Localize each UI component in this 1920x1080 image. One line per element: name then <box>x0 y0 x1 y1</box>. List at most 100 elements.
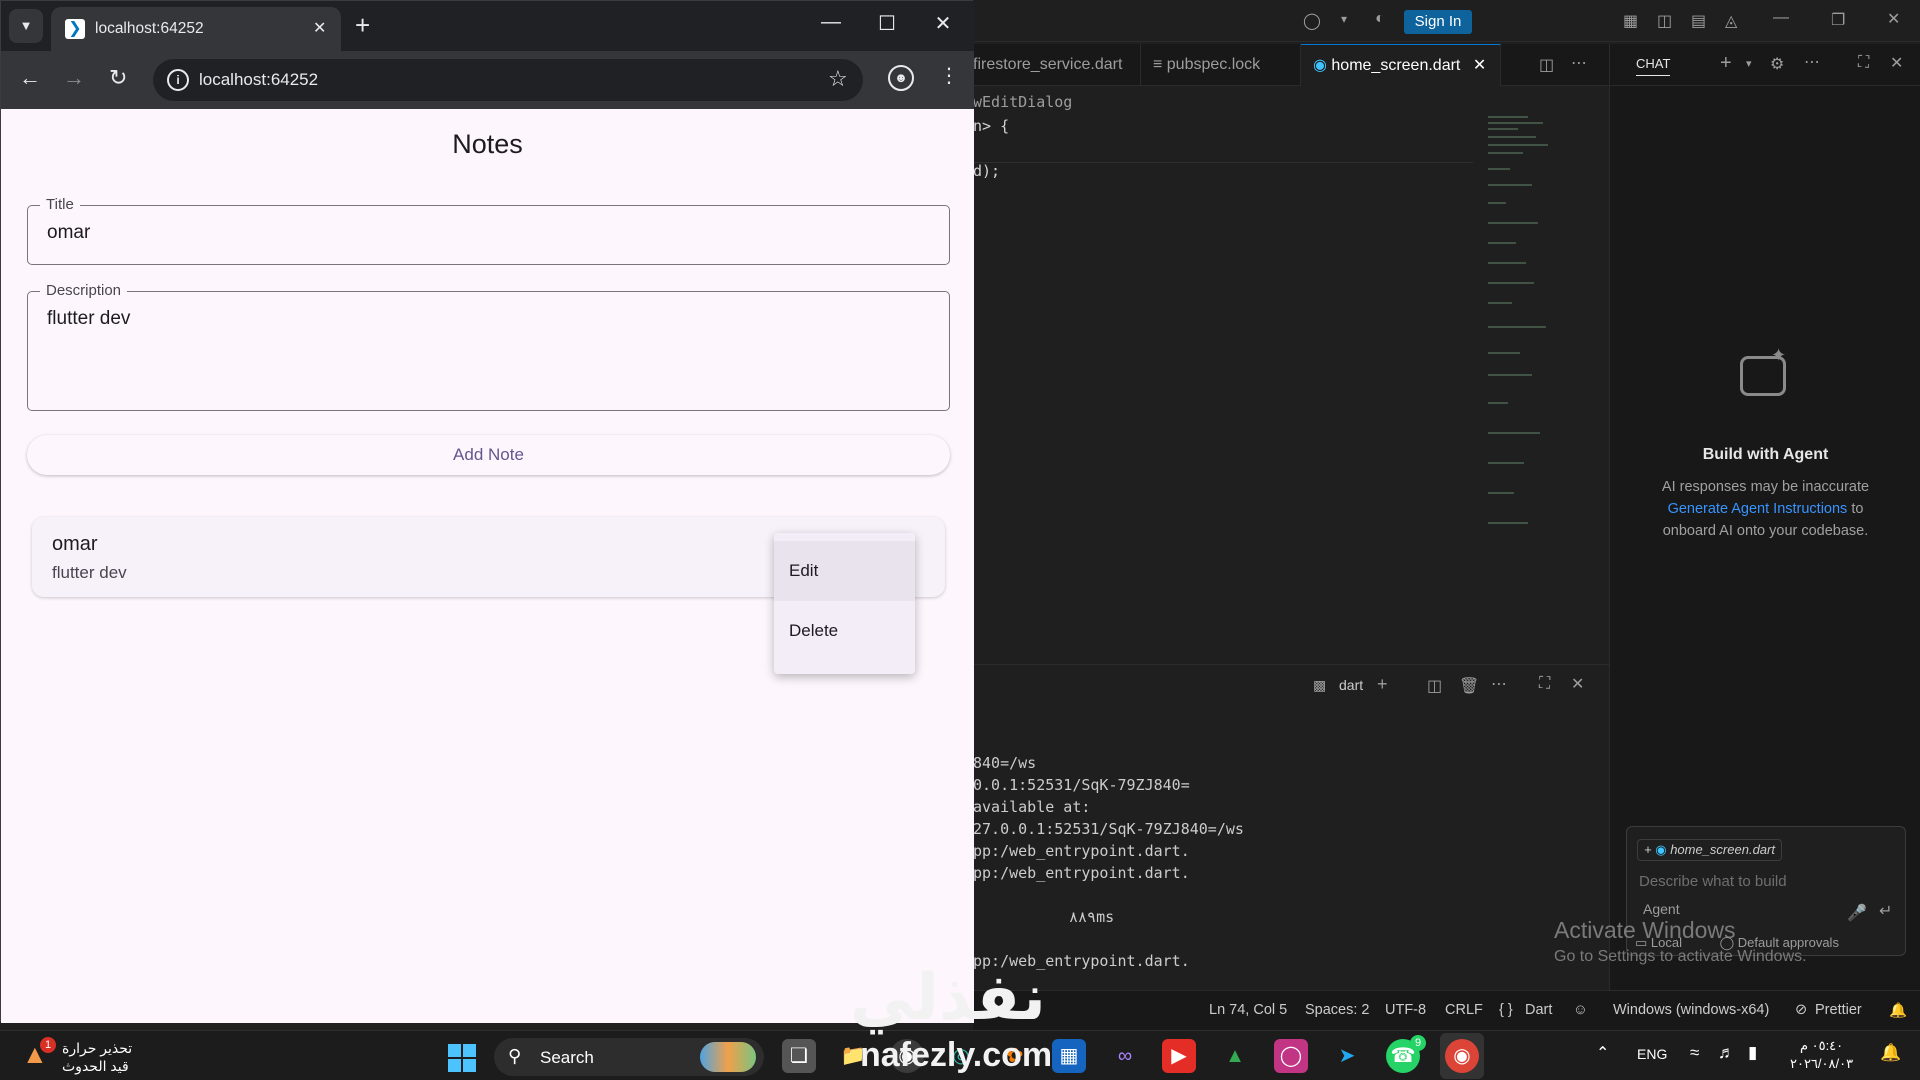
tab-firestore-service[interactable]: firestore_service.dart <box>961 44 1141 86</box>
clock[interactable]: ٠٥:٤٠ م ٢٠٢٦/٠٨/٠٣ <box>1790 1037 1853 1073</box>
more-icon[interactable]: ⋯ <box>1571 53 1587 73</box>
maximize-panel-icon[interactable]: ⛶ <box>1539 675 1550 693</box>
tab-label: home_screen.dart <box>1331 57 1461 74</box>
agent-mode-picker[interactable]: Agent <box>1643 901 1680 917</box>
more-icon[interactable]: ⋯ <box>1804 52 1820 72</box>
weather-text: تحذير حرارة قيد الحدوث <box>62 1039 132 1075</box>
indentation[interactable]: Spaces: 2 <box>1305 1002 1370 1018</box>
title-field-value[interactable]: omar <box>47 222 90 244</box>
send-icon[interactable]: ↵ <box>1879 901 1892 921</box>
close-icon[interactable]: ✕ <box>1473 57 1486 74</box>
more-icon[interactable]: ⋯ <box>1491 674 1507 694</box>
trash-icon[interactable]: 🗑 <box>1459 676 1479 696</box>
bell-icon[interactable]: 🔔 <box>1889 1002 1907 1019</box>
taskbar-search[interactable]: ⚲ Search <box>494 1038 764 1076</box>
accounts-icon[interactable]: ◐ <box>1375 10 1385 28</box>
tab-label: pubspec.lock <box>1166 56 1261 73</box>
back-icon[interactable]: ← <box>19 65 41 91</box>
terminal[interactable]: 840=/ws 0.0.1:52531/SqK-79ZJ840= availab… <box>973 706 1609 990</box>
visual-studio-icon[interactable]: ∞ <box>1108 1039 1142 1073</box>
menu-kebab-icon[interactable]: ⋮ <box>939 63 959 88</box>
bookmark-star-icon[interactable]: ☆ <box>828 66 848 92</box>
widgets-icon[interactable]: ▦ <box>1052 1039 1086 1073</box>
gear-icon[interactable]: ⚙ <box>1770 54 1784 74</box>
close-icon[interactable]: ✕ <box>1887 9 1900 29</box>
chat-tabbar: CHAT + ▾ ⚙ ⋯ ⛶ ✕ <box>1610 44 1920 86</box>
chrome-active-icon[interactable]: ◉ <box>1445 1039 1479 1073</box>
restore-icon[interactable]: ❐ <box>1831 10 1845 30</box>
reload-icon[interactable]: ↻ <box>109 65 127 91</box>
profile-icon[interactable]: ☻ <box>888 65 914 91</box>
description-field[interactable]: Description flutter dev <box>27 282 950 411</box>
title-field[interactable]: Title omar <box>27 196 950 265</box>
chat-icon[interactable]: ◯ <box>1303 11 1321 31</box>
chevron-down-icon[interactable]: ▾ <box>1341 12 1347 26</box>
menu-item-delete[interactable]: Delete <box>774 601 915 661</box>
chat-input-placeholder[interactable]: Describe what to build <box>1639 873 1787 890</box>
new-terminal-icon[interactable]: + <box>1377 674 1388 695</box>
site-info-icon[interactable]: i <box>167 69 189 91</box>
split-editor-icon[interactable]: ◫ <box>1539 55 1554 75</box>
youtube-icon[interactable]: ▶ <box>1162 1039 1196 1073</box>
sign-in-button[interactable]: Sign In <box>1404 10 1472 34</box>
vscode-icon[interactable]: ➤ <box>1330 1039 1364 1073</box>
dart-icon: ◉ <box>1655 842 1671 857</box>
add-note-button[interactable]: Add Note <box>27 435 950 475</box>
minimize-icon[interactable]: — <box>811 11 851 34</box>
sidebar-toggle-icon[interactable]: ◫ <box>1657 11 1672 31</box>
split-terminal-icon[interactable]: ◫ <box>1427 676 1442 696</box>
line-endings[interactable]: CRLF <box>1445 1002 1483 1018</box>
generate-instructions-link[interactable]: Generate Agent Instructions <box>1668 501 1848 517</box>
language-indicator[interactable]: ENG <box>1637 1046 1667 1062</box>
prettier-icon: ⊘ <box>1795 1002 1808 1018</box>
panel-toggle-icon[interactable]: ▤ <box>1691 11 1706 31</box>
search-label: Search <box>540 1048 594 1067</box>
maximize-icon[interactable]: ⛶ <box>1858 54 1869 72</box>
url-text[interactable]: localhost:64252 <box>199 70 318 90</box>
close-icon[interactable]: ✕ <box>1571 674 1584 694</box>
encoding[interactable]: UTF-8 <box>1385 1002 1426 1018</box>
forward-icon[interactable]: → <box>63 65 85 91</box>
terminal-line: pp:/web_entrypoint.dart. <box>973 864 1190 882</box>
tab-pubspec-lock[interactable]: ≡ pubspec.lock <box>1141 44 1301 86</box>
browser-tab[interactable]: ❯ localhost:64252 ✕ <box>51 7 341 51</box>
close-icon[interactable]: ✕ <box>923 11 963 36</box>
language-mode[interactable]: Dart <box>1525 1002 1552 1018</box>
add-context-icon[interactable]: + <box>1644 842 1655 857</box>
note-popup-menu: Edit Delete <box>774 533 915 674</box>
new-tab-button[interactable]: + <box>355 11 370 39</box>
chat-tab[interactable]: CHAT <box>1636 56 1671 76</box>
minimap[interactable] <box>1488 112 1558 542</box>
menu-item-edit[interactable]: Edit <box>774 541 915 601</box>
formatter[interactable]: Prettier <box>1815 1002 1862 1018</box>
cursor-position[interactable]: Ln 74, Col 5 <box>1209 1002 1287 1018</box>
instagram-icon[interactable]: ◯ <box>1274 1039 1308 1073</box>
tab-search-button[interactable]: ▼ <box>9 9 43 43</box>
terminal-shell-label[interactable]: dart <box>1339 677 1363 693</box>
address-bar[interactable]: i localhost:64252 ☆ <box>153 59 863 101</box>
layout-icon[interactable]: ▦ <box>1623 11 1638 31</box>
notification-badge: 1 <box>40 1037 56 1053</box>
title-field-label: Title <box>40 196 80 213</box>
copilot-icon[interactable]: ☺ <box>1573 1002 1588 1018</box>
platform[interactable]: Windows (windows-x64) <box>1613 1002 1769 1018</box>
chevron-down-icon[interactable]: ▾ <box>1746 57 1752 70</box>
tab-home-screen[interactable]: ◉ home_screen.dart ✕ <box>1301 44 1501 86</box>
secondary-sidebar-icon[interactable]: ◬ <box>1725 11 1737 31</box>
battery-icon[interactable]: ▮ <box>1748 1043 1757 1063</box>
google-drive-icon[interactable]: ▲ <box>1218 1039 1252 1073</box>
mic-icon[interactable]: 🎤 <box>1847 903 1867 923</box>
start-button[interactable] <box>448 1044 478 1074</box>
minimize-icon[interactable]: — <box>1773 9 1789 27</box>
chevron-up-icon[interactable]: ⌃ <box>1596 1043 1609 1063</box>
maximize-icon[interactable]: ☐ <box>867 11 907 36</box>
description-field-value[interactable]: flutter dev <box>47 308 130 330</box>
close-icon[interactable]: ✕ <box>313 18 326 38</box>
new-chat-icon[interactable]: + <box>1720 52 1732 75</box>
context-file-chip[interactable]: + ◉ home_screen.dart <box>1637 839 1782 861</box>
task-view-icon[interactable]: ❏ <box>782 1039 816 1073</box>
volume-icon[interactable]: ♬ <box>1718 1043 1735 1063</box>
wifi-icon[interactable]: ≈ <box>1690 1043 1699 1063</box>
close-icon[interactable]: ✕ <box>1890 53 1903 73</box>
notifications-icon[interactable]: 🔔 <box>1880 1043 1901 1063</box>
